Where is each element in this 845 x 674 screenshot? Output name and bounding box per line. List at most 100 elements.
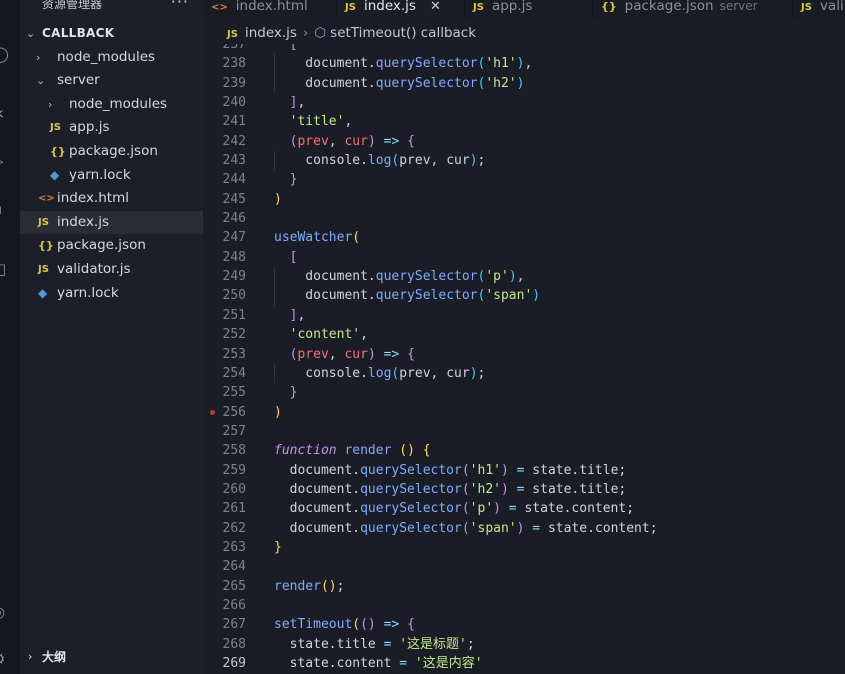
chevron-right-icon: › [48,97,53,111]
account-icon[interactable]: ◎ [0,603,20,629]
line-number: 245 [222,191,246,207]
code-line: 245) [203,190,845,209]
editor-tabs: <> index.html JS index.js ✕ JS app.js {} package… [203,0,845,18]
breadcrumb-symbol[interactable]: setTimeout() callback [330,25,476,41]
code-text: document.querySelector('p') = state.cont… [274,499,634,518]
tree-item-validator-js[interactable]: JS validator.js [20,258,203,282]
yarn-file-icon: ◆ [38,285,48,300]
line-number: 240 [222,95,246,111]
code-token: state.title; [532,481,627,497]
remote-icon[interactable]: ◰ [0,260,20,286]
code-token: querySelector [360,501,462,517]
tree-item-package-json[interactable]: {} package.json [20,140,203,164]
tree-item-label: index.html [57,190,129,207]
code-text: state.content = '这是内容' [274,654,483,673]
line-number: 255 [222,385,246,401]
explorer-title: 资源管理器 [42,0,103,11]
tab-vali[interactable]: JS vali [793,0,845,18]
tree-item-label: package.json [57,237,146,254]
code-token: , [297,95,306,111]
code-token: ) [469,365,478,381]
code-token: , [328,133,345,149]
tab-label: index.js [363,0,416,14]
tree-item-server[interactable]: ⌄ server [20,69,203,93]
code-token: render [336,443,400,459]
json-file-icon: {} [50,144,66,158]
tree-item-package-json[interactable]: {} package.json [20,234,203,258]
code-token: ) [367,133,376,149]
js-file-icon: JS [38,216,49,228]
tab-label: index.html [235,0,308,14]
code-editor[interactable]: 237 [238 document.querySelector('h1'), 23… [203,44,845,674]
run-debug-icon[interactable]: ▷ [0,152,20,178]
code-text: ) [274,190,282,209]
code-token: ) [274,191,282,207]
code-token: = [399,656,415,671]
code-token: { [407,346,415,362]
tree-item-node_modules[interactable]: › node_modules [20,93,203,117]
tab-app-js[interactable]: JS app.js [465,0,593,18]
tree-item-yarn-lock[interactable]: ◆ yarn.lock [20,164,203,188]
code-token: 'h1' [485,56,517,72]
code-token: = [524,520,548,536]
code-line: 249 document.querySelector('p'), [203,267,845,287]
code-token: state.title; [532,462,627,478]
code-line: 251 ], [203,306,845,325]
json-file-icon: {} [38,239,54,253]
code-token: '这是内容' [414,656,483,671]
search-icon[interactable]: ◯ [0,45,20,71]
code-token: 'p' [485,269,509,285]
code-token: 'h2' [485,75,517,91]
line-number: 242 [222,133,246,149]
tab-package-json[interactable]: {} package.json server [593,0,793,18]
chevron-down-icon: ⌄ [26,27,36,40]
code-text: (prev, cur) => { [274,345,415,364]
code-token: 'title' [274,114,345,130]
extensions-icon[interactable]: ▫ [0,200,20,226]
close-tab-icon[interactable]: ✕ [430,0,441,14]
workspace-root[interactable]: ⌄ CALLBACK [20,22,203,46]
line-number: 261 [222,501,246,517]
file-tree: ⌄ CALLBACK › node_modules ⌄ server › node_mod… [20,22,203,305]
tab-index-js[interactable]: JS index.js ✕ [337,0,465,18]
code-token: querySelector [375,56,478,72]
code-text: document.querySelector('span') = state.c… [274,519,658,538]
code-text: 'content', [274,325,368,344]
tree-item-label: yarn.lock [57,284,119,301]
code-token: document. [274,520,361,536]
line-number: 250 [222,288,246,304]
tab-index-html[interactable]: <> index.html [203,0,337,18]
line-number: 269 [222,656,246,671]
code-token: ] [274,95,298,111]
tree-item-label: yarn.lock [69,166,131,183]
code-token: cur [344,133,368,149]
manage-gear-icon[interactable]: ⚙ [0,650,20,674]
outline-section[interactable]: › 大纲 [20,645,203,669]
tree-item-index-html[interactable]: <> index.html [20,187,203,211]
code-token: log [367,365,392,381]
tree-item-app-js[interactable]: JS app.js [20,116,203,140]
tree-item-node_modules[interactable]: › node_modules [20,46,203,70]
line-number: 237 [222,44,246,52]
code-text: document.querySelector('p'), [274,267,524,286]
code-text: console.log(prev, cur); [274,364,485,383]
tree-item-label: server [57,72,100,89]
more-actions-icon[interactable]: ··· [171,0,189,11]
code-token: ; [477,365,486,381]
source-control-icon[interactable]: K [0,110,20,136]
code-text: state.title = '这是标题'; [274,635,475,654]
code-line: 263} [203,538,845,557]
tree-item-yarn-lock[interactable]: ◆ yarn.lock [20,282,203,306]
code-token: => [375,346,408,362]
code-line: 260 document.querySelector('h2') = state… [203,480,845,499]
code-token: ) [469,153,478,169]
code-token: console. [274,365,368,381]
line-number: 268 [222,636,246,652]
code-token: ) [274,404,282,420]
tree-item-index-js[interactable]: JS index.js [20,210,203,235]
code-line: 259 document.querySelector('h1') = state… [203,461,845,480]
breadcrumb-file[interactable]: index.js [245,25,297,41]
code-line: 241 'title', [203,112,845,131]
chevron-right-icon: › [28,650,33,663]
files-icon[interactable]: ▯ [0,0,20,18]
